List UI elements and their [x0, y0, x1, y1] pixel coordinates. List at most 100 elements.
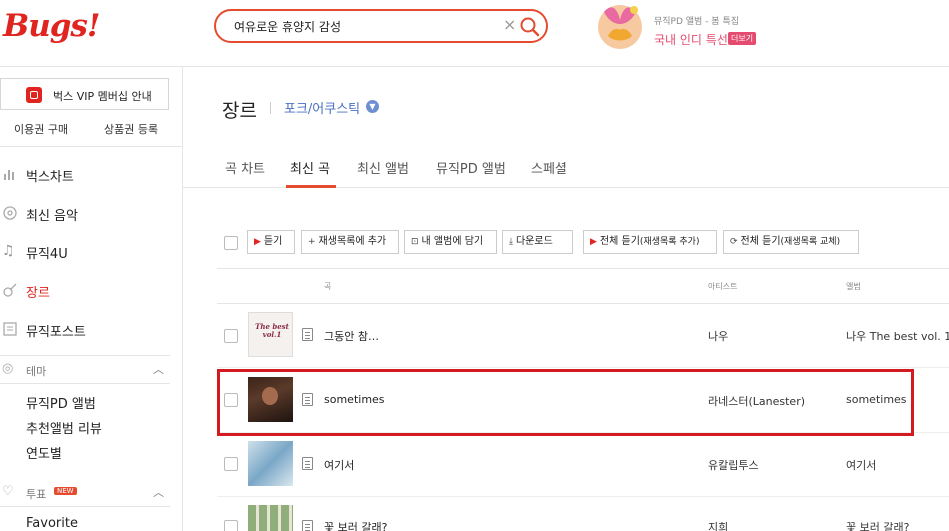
- sidebar-item-musicpost[interactable]: 뮤직포스트: [0, 318, 170, 342]
- play-all-add-button[interactable]: ▶ 전체 듣기(재생목록 추가): [583, 230, 717, 254]
- table-header-top-line: [217, 268, 949, 269]
- column-artist: 아티스트: [708, 282, 738, 291]
- section-divider: [0, 383, 170, 384]
- sidebar-item-chart[interactable]: 벅스차트: [0, 163, 170, 187]
- row-checkbox[interactable]: [224, 329, 238, 343]
- column-song: 곡: [324, 282, 332, 291]
- vip-label: 벅스 VIP 멤버십 안내: [53, 90, 152, 103]
- chevron-down-icon[interactable]: ▼: [366, 100, 379, 113]
- album-cover-art-text: The best vol.1: [255, 322, 289, 339]
- theme-item-by-year[interactable]: 연도별: [26, 443, 62, 462]
- sidebar-item-label: 벅스차트: [26, 170, 74, 185]
- replace-icon: ⟳: [730, 237, 738, 247]
- sidebar-item-label: 최신 음악: [26, 209, 78, 224]
- row-divider: [217, 367, 949, 368]
- column-album: 앨범: [846, 282, 861, 291]
- tab-new-songs[interactable]: 최신 곡: [290, 158, 330, 177]
- album-thumbnail[interactable]: The best vol.1: [248, 312, 293, 357]
- album-add-icon: ⊡: [411, 237, 419, 247]
- search-box[interactable]: 여유로운 휴양지 감성 ×: [214, 9, 548, 43]
- play-icon: ▶: [590, 237, 597, 247]
- section-divider: [0, 355, 170, 356]
- download-label: 다운로드: [515, 236, 553, 247]
- plus-icon: +: [308, 237, 316, 247]
- lyrics-icon[interactable]: [302, 520, 313, 531]
- table-header-bottom-line: [217, 303, 949, 304]
- gift-register-link[interactable]: 상품권 등록: [104, 121, 158, 137]
- lyrics-icon[interactable]: [302, 328, 313, 341]
- add-to-my-album-button[interactable]: ⊡ 내 앨범에 담기: [404, 230, 497, 254]
- title-separator: [270, 102, 271, 114]
- download-button[interactable]: ⤓ 다운로드: [502, 230, 573, 254]
- post-icon: [2, 321, 18, 337]
- add-album-label: 내 앨범에 담기: [421, 236, 484, 247]
- active-tab-indicator: [286, 185, 336, 188]
- row-divider: [217, 496, 949, 497]
- row-checkbox[interactable]: [224, 457, 238, 471]
- play-all-replace-button[interactable]: ⟳ 전체 듣기(재생목록 교체): [723, 230, 859, 254]
- section-label: 투표: [26, 488, 47, 501]
- section-label: 테마: [26, 365, 47, 378]
- chart-icon: [2, 166, 18, 182]
- album-thumbnail[interactable]: [248, 441, 293, 486]
- play-button[interactable]: ▶ 듣기: [247, 230, 295, 254]
- disc-icon: [2, 205, 18, 221]
- artist-name[interactable]: 나우: [708, 328, 728, 344]
- page-title: 장르: [222, 100, 257, 122]
- theme-icon: ◎: [2, 361, 14, 376]
- album-name[interactable]: 나우 The best vol. 1: [846, 328, 949, 344]
- sidebar-item-genre[interactable]: 장르: [0, 279, 170, 303]
- download-icon: ⤓: [509, 237, 513, 247]
- genre-selector[interactable]: 포크/어쿠스틱: [284, 98, 360, 117]
- promo-butterfly-image[interactable]: [594, 0, 646, 50]
- vip-membership-button[interactable]: 벅스 VIP 멤버십 안내: [0, 78, 169, 110]
- play-icon: ▶: [254, 237, 261, 247]
- note-icon: ♫: [2, 243, 15, 259]
- tab-song-chart[interactable]: 곡 차트: [225, 158, 265, 177]
- select-all-checkbox[interactable]: [224, 236, 238, 250]
- tab-new-albums[interactable]: 최신 앨범: [357, 158, 409, 177]
- play-all-note: (재생목록 추가): [639, 237, 700, 247]
- clear-icon[interactable]: ×: [503, 15, 516, 34]
- section-divider: [0, 506, 170, 507]
- theme-item-album-review[interactable]: 추천앨범 리뷰: [26, 418, 102, 437]
- sidebar-item-music4u[interactable]: ♫ 뮤직4U: [0, 240, 170, 264]
- buy-pass-link[interactable]: 이용권 구매: [14, 121, 68, 137]
- add-playlist-label: 재생목록에 추가: [318, 236, 387, 247]
- guitar-icon: [2, 282, 18, 298]
- theme-item-musicpd-album[interactable]: 뮤직PD 앨범: [26, 393, 96, 412]
- add-to-playlist-button[interactable]: + 재생목록에 추가: [301, 230, 399, 254]
- artist-name[interactable]: 지희: [708, 519, 728, 531]
- vote-section-header[interactable]: ♡ 투표 NEW ︿: [0, 484, 170, 504]
- sidebar-separator: [0, 146, 182, 147]
- search-input[interactable]: 여유로운 휴양지 감성: [234, 18, 341, 35]
- play-label: 듣기: [263, 236, 283, 247]
- play-all-label: 전체 듣기: [599, 236, 640, 247]
- sidebar-item-new-music[interactable]: 최신 음악: [0, 202, 170, 226]
- bugs-genre-page: Bugs! 여유로운 휴양지 감성 × 뮤직PD 앨범 - 봄 특집 국내 인디…: [0, 0, 949, 531]
- artist-name[interactable]: 유칼립투스: [708, 457, 759, 473]
- sidebar-item-label: 뮤직4U: [26, 247, 68, 262]
- album-name[interactable]: 여기서: [846, 457, 876, 473]
- play-all-note: (재생목록 교체): [780, 237, 841, 247]
- lyrics-icon[interactable]: [302, 457, 313, 470]
- promo-more-badge[interactable]: 더보기: [728, 32, 757, 45]
- song-title[interactable]: 꽃 보러 갈래?: [324, 519, 387, 531]
- row-checkbox[interactable]: [224, 520, 238, 531]
- highlight-box: [217, 369, 914, 436]
- play-all-label: 전체 듣기: [740, 236, 781, 247]
- bugs-logo[interactable]: Bugs!: [3, 8, 100, 44]
- album-thumbnail[interactable]: [248, 505, 293, 531]
- search-icon[interactable]: [518, 15, 542, 37]
- vote-item-favorite[interactable]: Favorite: [26, 516, 78, 531]
- tab-musicpd-albums[interactable]: 뮤직PD 앨범: [436, 158, 506, 177]
- song-title[interactable]: 여기서: [324, 457, 354, 473]
- chevron-up-icon[interactable]: ︿: [153, 361, 164, 377]
- tab-special[interactable]: 스페셜: [531, 158, 567, 177]
- chevron-up-icon[interactable]: ︿: [153, 484, 164, 500]
- theme-section-header[interactable]: ◎ 테마 ︿: [0, 361, 170, 381]
- album-name[interactable]: 꽃 보러 갈래?: [846, 519, 909, 531]
- sidebar-divider: [182, 66, 183, 531]
- song-title[interactable]: 그동안 참…: [324, 328, 379, 344]
- promo-title[interactable]: 국내 인디 특선: [654, 31, 728, 48]
